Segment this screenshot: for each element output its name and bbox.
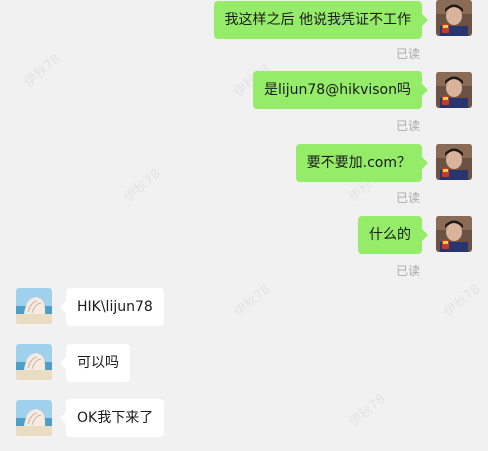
incoming-message-bubble[interactable]: HIK\lijun78 (60, 288, 164, 326)
outgoing-message-bubble[interactable]: 要不要加.com？ (295, 144, 429, 182)
self-avatar-icon[interactable] (436, 144, 472, 180)
watermark: 伊秋78 (121, 166, 164, 206)
incoming-message-bubble[interactable]: 可以吗 (60, 344, 130, 382)
contact-avatar-icon[interactable] (16, 400, 52, 436)
incoming-message-bubble[interactable]: OK我下来了 (59, 399, 165, 437)
self-avatar-icon[interactable] (436, 216, 472, 252)
self-avatar-icon[interactable] (436, 72, 472, 108)
read-status: 已读 (395, 119, 420, 133)
outgoing-message-bubble[interactable]: 是lijun78@hikvison吗 (252, 71, 429, 109)
watermark: 伊秋78 (441, 281, 484, 321)
outgoing-message-bubble[interactable]: 什么的 (358, 216, 428, 254)
outgoing-message-bubble[interactable]: 我这样之后 他说我凭证不工作 (213, 1, 429, 39)
read-status: 已读 (395, 264, 420, 278)
contact-avatar-icon[interactable] (16, 288, 52, 324)
watermark: 伊秋78 (21, 51, 64, 91)
read-status: 已读 (395, 47, 420, 61)
read-status: 已读 (395, 191, 420, 205)
watermark: 伊秋78 (346, 391, 389, 431)
watermark: 伊秋78 (231, 281, 274, 321)
contact-avatar-icon[interactable] (16, 344, 52, 380)
self-avatar-icon[interactable] (436, 0, 472, 36)
